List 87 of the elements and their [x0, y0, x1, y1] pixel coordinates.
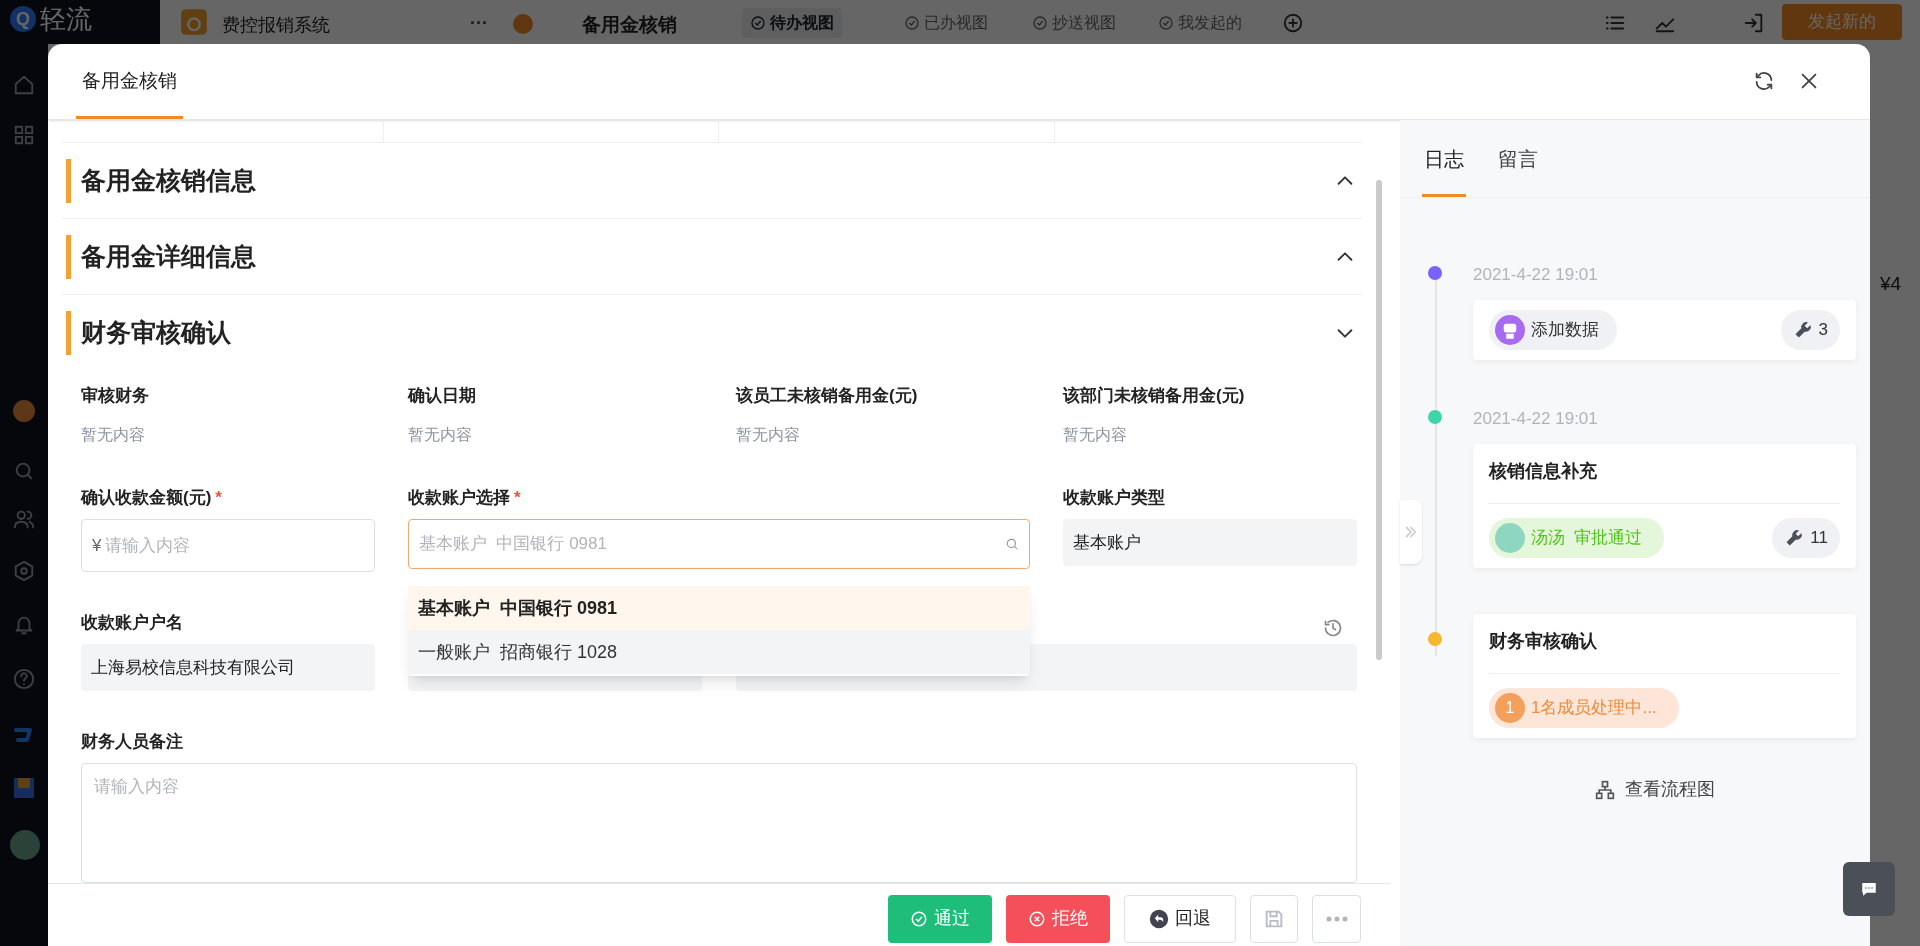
home-icon[interactable]: [13, 74, 35, 96]
flowchart-icon: [1595, 779, 1615, 800]
section-header[interactable]: 财务审核确认: [62, 295, 1362, 371]
chat-button[interactable]: [1843, 862, 1895, 916]
section-header[interactable]: 备用金详细信息: [62, 219, 1362, 295]
save-button[interactable]: [1250, 894, 1298, 943]
required-mark: *: [215, 487, 222, 509]
back-button[interactable]: 回退: [1124, 894, 1236, 943]
field-value: 暂无内容: [1063, 425, 1128, 445]
field-label: 收款账户选择: [408, 487, 510, 509]
field-label: 该员工未核销备用金(元): [736, 385, 918, 407]
remark-textarea[interactable]: 请输入内容: [81, 763, 1357, 883]
check-circle-icon: [910, 909, 928, 928]
accent-bar: [66, 234, 71, 279]
field-value: 基本账户: [1063, 519, 1357, 566]
cross-circle-icon: [1028, 909, 1046, 928]
field-value: 暂无内容: [81, 425, 146, 445]
event-title: 核销信息补充: [1489, 454, 1840, 504]
field-label: 该部门未核销备用金(元): [1063, 385, 1245, 407]
timestamp: 2021-4-22 19:01: [1473, 408, 1599, 428]
modal-title: 备用金核销: [76, 44, 183, 119]
chip-label: 汤汤 审批通过: [1531, 527, 1643, 550]
help-icon[interactable]: [13, 668, 35, 690]
flow-chart-link[interactable]: 查看流程图: [1595, 776, 1715, 803]
view-tab[interactable]: 待办视图: [742, 8, 842, 38]
bell-icon[interactable]: [13, 614, 35, 636]
undo-icon: [1149, 908, 1169, 929]
exit-icon[interactable]: [1743, 12, 1765, 34]
section-title: 财务审核确认: [81, 317, 231, 349]
field-label: 收款账户类型: [1063, 487, 1165, 509]
amount-input[interactable]: 请输入内容: [105, 520, 364, 571]
accent-bar: [66, 311, 71, 355]
section-header[interactable]: 备用金核销信息: [62, 143, 1362, 219]
select-placeholder: 基本账户 中国银行 0981: [419, 533, 607, 556]
check-circle-icon: [1158, 15, 1174, 31]
count-text: 11: [1810, 527, 1828, 550]
app-name: 费控报销系统: [222, 14, 330, 37]
panel-tab[interactable]: 日志: [1422, 119, 1466, 197]
field-value: 暂无内容: [408, 425, 473, 445]
robot-icon: [1495, 315, 1525, 345]
more-icon: [1324, 914, 1349, 923]
refresh-icon[interactable]: [1753, 70, 1775, 92]
wrench-icon: [1784, 528, 1805, 548]
required-mark: *: [514, 487, 521, 509]
field-label: 财务人员备注: [81, 731, 183, 753]
add-view-icon[interactable]: [1282, 12, 1304, 34]
field-value: 暂无内容: [736, 425, 801, 445]
panel-tab[interactable]: 留言: [1496, 119, 1540, 197]
form-switcher[interactable]: 备用金核销: [582, 11, 677, 40]
scrollbar[interactable]: [1376, 180, 1382, 660]
field-label: 确认收款金额(元): [81, 487, 212, 509]
logo-text: 轻流: [40, 6, 92, 32]
section-title: 备用金详细信息: [81, 240, 256, 272]
field-value: 上海易校信息科技有限公司: [81, 644, 375, 691]
amount-field[interactable]: ¥ 请输入内容: [81, 519, 375, 572]
chat-icon: [1860, 880, 1878, 898]
currency-symbol: ¥: [92, 534, 102, 557]
check-circle-icon: [750, 15, 766, 31]
check-circle-icon: [904, 15, 920, 31]
hexagon-icon[interactable]: [13, 560, 35, 582]
chip-label: 1名成员处理中...: [1531, 697, 1657, 720]
section-title: 备用金核销信息: [81, 164, 256, 196]
avatar-icon: [1495, 523, 1525, 553]
count-text: 3: [1818, 319, 1828, 342]
dropdown-option[interactable]: 一般账户 招商银行 1028: [408, 630, 1030, 674]
field-label: 确认日期: [408, 385, 476, 407]
app-icon[interactable]: [12, 776, 36, 800]
dropdown-option[interactable]: 基本账户 中国银行 0981: [408, 586, 1030, 630]
field-label: 收款账户户名: [81, 612, 183, 634]
search-icon[interactable]: [13, 460, 35, 482]
collapse-handle[interactable]: [1400, 500, 1422, 564]
timestamp: 2021-4-22 19:01: [1473, 264, 1599, 284]
check-circle-icon: [1032, 15, 1048, 31]
chip-label: 添加数据: [1531, 319, 1599, 342]
more-button[interactable]: [1312, 894, 1361, 943]
grid-icon[interactable]: [13, 124, 35, 146]
field-label: 审核财务: [81, 385, 149, 407]
double-chevron-icon: [1405, 525, 1417, 539]
amount-text: ¥4: [1880, 272, 1902, 296]
count-badge: 1: [1495, 693, 1525, 723]
search-icon: [1005, 537, 1019, 551]
more-button[interactable]: ···: [470, 10, 488, 37]
users-icon[interactable]: [13, 508, 35, 530]
event-title: 财务审核确认: [1489, 624, 1840, 674]
history-icon[interactable]: [1323, 618, 1343, 638]
reject-button[interactable]: 拒绝: [1006, 894, 1110, 943]
accent-bar: [66, 158, 71, 203]
